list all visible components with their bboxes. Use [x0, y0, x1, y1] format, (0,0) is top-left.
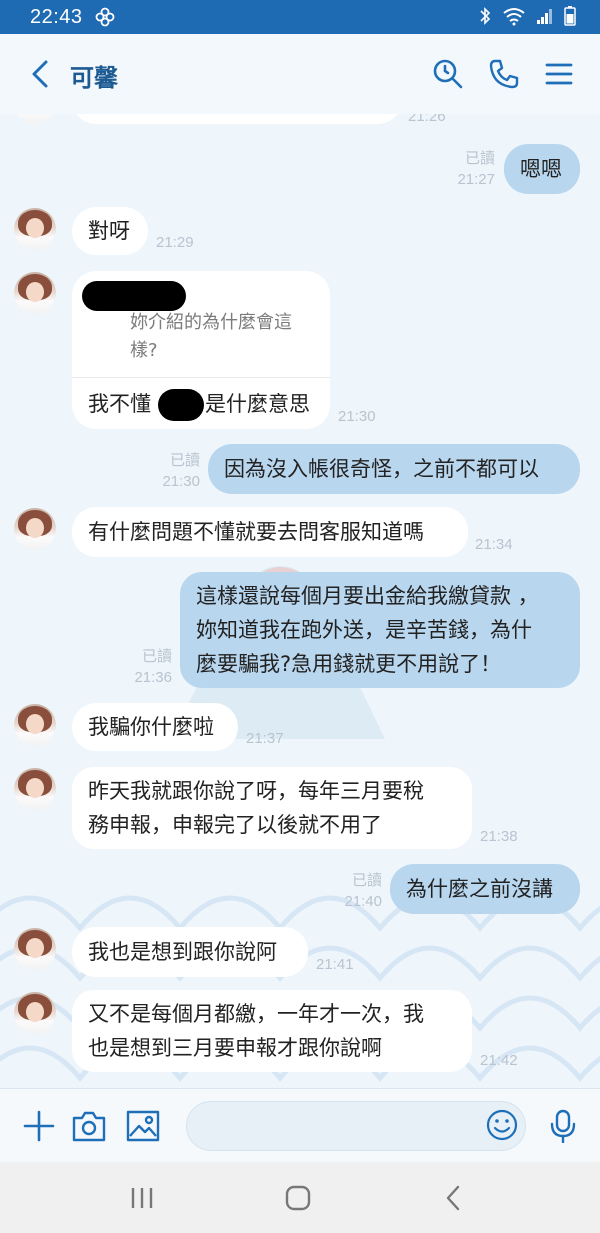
message-text: 我也是想到跟你說阿 [88, 940, 277, 964]
wifi-icon [502, 6, 526, 30]
microphone-icon[interactable] [548, 1109, 582, 1144]
signal-icon [536, 7, 554, 29]
message-text-line: 昨天我就跟你說了呀，每年三月要稅 [88, 779, 424, 803]
message-bubble-theirs[interactable]: 我騙你什麼啦 [72, 703, 238, 751]
recents-icon[interactable] [128, 1184, 156, 1212]
contact-avatar[interactable] [14, 114, 56, 124]
contact-avatar[interactable] [14, 992, 56, 1034]
message-text: 為什麼之前沒講 [406, 877, 553, 901]
message-bubble-theirs[interactable]: 又不是每個月都繳，一年才一次，我 也是想到三月要申報才跟你說啊 [72, 990, 472, 1072]
back-icon[interactable] [440, 1184, 468, 1212]
reply-quote-text: 妳介紹的為什麼會這樣? [130, 312, 292, 361]
message-time: 21:42 [480, 1052, 518, 1069]
plus-icon[interactable] [22, 1109, 56, 1143]
battery-icon [564, 6, 576, 30]
reply-divider [72, 377, 330, 378]
message-text-line: 又不是每個月都繳，一年才一次，我 [88, 1002, 424, 1026]
message-text-line: 妳知道我在跑外送，是辛苦錢，為什 [196, 618, 532, 642]
message-text-line: 務申報，申報完了以後就不用了 [88, 813, 382, 837]
phone-icon[interactable] [488, 58, 520, 90]
message-bubble-mine[interactable]: 這樣還說每個月要出金給我繳貸款 ， 妳知道我在跑外送，是辛苦錢，為什 麼要騙我?… [180, 572, 580, 688]
message-time: 21:30 [338, 408, 376, 425]
chat-header: 可馨 [0, 34, 600, 114]
message-text: 對呀 [88, 219, 130, 243]
pinwheel-icon [94, 6, 116, 32]
message-time: 21:41 [316, 956, 354, 973]
redacted-name [82, 281, 186, 311]
message-text: 嗯嗯 [520, 157, 562, 181]
message-bubble-theirs[interactable]: 有什麼問題不懂就要去問客服知道嗎 [72, 507, 468, 557]
redacted-word [158, 389, 204, 421]
message-input[interactable] [186, 1101, 526, 1151]
message-bubble-mine[interactable]: 為什麼之前沒講 [390, 864, 580, 914]
message-time: 21:37 [246, 730, 284, 747]
contact-avatar[interactable] [14, 508, 56, 550]
menu-icon[interactable] [544, 58, 576, 90]
message-bubble-theirs[interactable]: 昨天我就跟你說了呀，每年三月要稅 務申報，申報完了以後就不用了 [72, 767, 472, 849]
message-time: 21:26 [408, 114, 446, 125]
message-text: 我騙你什麼啦 [88, 715, 214, 739]
message-text: 因為沒入帳很奇怪，之前不都可以 [224, 457, 539, 481]
search-icon[interactable] [432, 58, 464, 90]
message-bubble-theirs[interactable]: 我也是想到跟你說阿 [72, 927, 308, 977]
read-receipt: 已讀 21:27 [457, 150, 495, 188]
home-icon[interactable] [284, 1184, 312, 1212]
message-bubble-theirs[interactable]: 對呀 [72, 207, 148, 255]
input-bar [0, 1088, 600, 1163]
message-bubble-mine[interactable]: 因為沒入帳很奇怪，之前不都可以 [208, 444, 580, 494]
message-bubble-mine[interactable]: 嗯嗯 [504, 144, 580, 194]
message-text: 有什麼問題不懂就要去問客服知道嗎 [88, 520, 424, 544]
system-nav-bar [0, 1162, 600, 1233]
read-receipt: 已讀 21:40 [344, 872, 382, 910]
chat-area[interactable]: 21:26 已讀 21:27 嗯嗯 對呀 21:29 妳介紹的為什麼會這樣? 我不… [0, 114, 600, 1088]
message-time: 21:38 [480, 828, 518, 845]
contact-avatar[interactable] [14, 208, 56, 250]
camera-icon[interactable] [72, 1109, 106, 1143]
message-text-line: 也是想到三月要申報才跟你說啊 [88, 1036, 382, 1060]
message-bubble-partial[interactable] [72, 114, 402, 124]
contact-avatar[interactable] [14, 704, 56, 746]
message-text-line: 這樣還說每個月要出金給我繳貸款 ， [196, 584, 539, 608]
contact-name: 可馨 [70, 65, 118, 92]
message-text-line: 麼要騙我?急用錢就更不用說了！ [196, 652, 502, 676]
contact-avatar[interactable] [14, 272, 56, 314]
status-bar: 22:43 [0, 0, 600, 34]
contact-avatar[interactable] [14, 928, 56, 970]
message-time: 21:29 [156, 234, 194, 251]
read-receipt: 已讀 21:36 [134, 648, 172, 686]
emoji-icon[interactable] [486, 1109, 520, 1143]
message-bubble-reply[interactable]: 妳介紹的為什麼會這樣? 我不懂 是什麼意思 [72, 271, 330, 429]
read-receipt: 已讀 21:30 [162, 452, 200, 490]
message-time: 21:34 [475, 536, 513, 553]
status-time: 22:43 [30, 6, 83, 28]
image-icon[interactable] [126, 1109, 160, 1143]
bluetooth-icon [478, 6, 492, 30]
back-arrow-icon[interactable] [26, 58, 56, 90]
contact-avatar[interactable] [14, 768, 56, 810]
